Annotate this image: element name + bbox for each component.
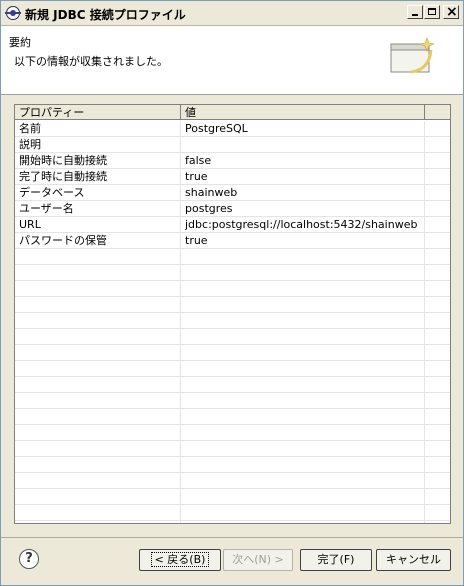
title-bar: 新規 JDBC 接続プロファイル: [1, 1, 463, 26]
property-cell: 名前: [19, 122, 41, 135]
table-row[interactable]: 開始時に自動接続 false: [15, 153, 450, 169]
table-row[interactable]: [15, 249, 450, 265]
property-cell: 説明: [19, 138, 41, 151]
table-header: プロパティー 値: [15, 105, 450, 121]
back-button[interactable]: < 戻る(B): [139, 549, 221, 571]
property-cell: 完了時に自動接続: [19, 170, 107, 183]
next-button[interactable]: 次へ(N) >: [223, 549, 293, 571]
table-row[interactable]: [15, 505, 450, 521]
value-cell: jdbc:postgresql://localhost:5432/shainwe…: [185, 218, 418, 231]
property-cell: データベース: [19, 186, 85, 199]
summary-table[interactable]: プロパティー 値 名前 PostgreSQL 説明開始時に自動接続 false 完了時に…: [14, 104, 451, 524]
column-header-value[interactable]: 値: [181, 105, 425, 120]
property-cell: URL: [19, 218, 41, 231]
table-row[interactable]: ユーザー名 postgres: [15, 201, 450, 217]
table-row[interactable]: [15, 361, 450, 377]
table-row[interactable]: [15, 265, 450, 281]
property-cell: パスワードの保管: [19, 234, 107, 247]
value-cell: false: [185, 154, 212, 167]
table-row[interactable]: 説明: [15, 137, 450, 153]
table-row[interactable]: データベース shainweb: [15, 185, 450, 201]
table-row[interactable]: [15, 345, 450, 361]
value-cell: [185, 137, 423, 152]
page-title: 要約: [9, 36, 31, 49]
table-row[interactable]: [15, 457, 450, 473]
table-row[interactable]: [15, 281, 450, 297]
value-cell: postgres: [185, 202, 233, 215]
value-cell: PostgreSQL: [185, 122, 248, 135]
table-row[interactable]: URL jdbc:postgresql://localhost:5432/shai…: [15, 217, 450, 233]
table-body: 名前 PostgreSQL 説明開始時に自動接続 false 完了時に自動接続 true デ…: [15, 121, 450, 521]
wizard-header: 要約 以下の情報が収集されました。: [1, 26, 463, 95]
back-button-label: < 戻る(B): [150, 552, 210, 567]
value-cell: true: [185, 234, 208, 247]
help-icon[interactable]: ?: [19, 549, 39, 569]
app-icon: [5, 6, 21, 20]
table-row[interactable]: [15, 489, 450, 505]
table-row[interactable]: [15, 393, 450, 409]
property-cell: 開始時に自動接続: [19, 154, 107, 167]
table-row[interactable]: [15, 377, 450, 393]
value-cell: shainweb: [185, 186, 238, 199]
maximize-button[interactable]: [424, 5, 440, 19]
table-row[interactable]: [15, 313, 450, 329]
table-row[interactable]: [15, 297, 450, 313]
table-row[interactable]: [15, 329, 450, 345]
table-row[interactable]: パスワードの保管 true: [15, 233, 450, 249]
property-cell: ユーザー名: [19, 202, 74, 215]
table-row[interactable]: [15, 425, 450, 441]
dialog-window: 新規 JDBC 接続プロファイル 要約 以下の情報が収集されました。 プロパティ…: [0, 0, 464, 586]
cancel-button[interactable]: キャンセル: [376, 549, 451, 571]
finish-button[interactable]: 完了(F): [300, 549, 372, 571]
window-title: 新規 JDBC 接続プロファイル: [25, 8, 186, 22]
table-row[interactable]: 名前 PostgreSQL: [15, 121, 450, 137]
table-row[interactable]: [15, 441, 450, 457]
column-header-property[interactable]: プロパティー: [15, 105, 181, 120]
column-header-filler: [425, 105, 450, 120]
table-row[interactable]: [15, 473, 450, 489]
page-description: 以下の情報が収集されました。: [14, 55, 168, 68]
table-row[interactable]: 完了時に自動接続 true: [15, 169, 450, 185]
table-row[interactable]: [15, 409, 450, 425]
wizard-banner-icon: [390, 37, 435, 74]
minimize-button[interactable]: [407, 5, 423, 19]
close-button[interactable]: [443, 3, 459, 21]
value-cell: true: [185, 170, 208, 183]
footer-separator: [1, 537, 463, 538]
